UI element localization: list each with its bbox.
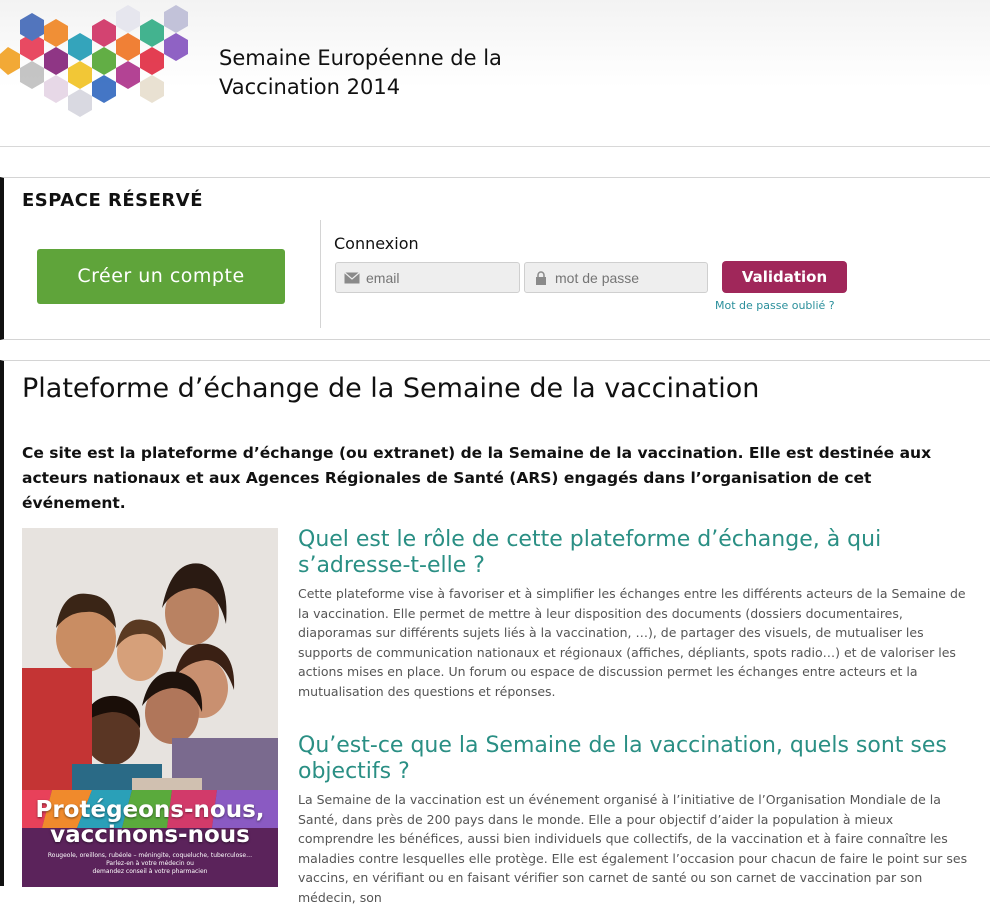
site-title-line1: Semaine Européenne de la	[219, 46, 502, 70]
site-title: Semaine Européenne de la Vaccination 201…	[219, 44, 549, 102]
site-title-line2: Vaccination 2014	[219, 75, 401, 99]
poster-headline-line2: vaccinons-nous	[50, 822, 250, 848]
create-account-button[interactable]: Créer un compte	[37, 249, 285, 304]
reserved-area: ESPACE RÉSERVÉ Créer un compte Connexion…	[0, 177, 990, 340]
poster-subtext: Rougeole, oreillons, rubéole – méningite…	[22, 852, 278, 876]
poster-subtext-line3: demandez conseil à votre pharmacien	[92, 868, 208, 875]
section-text-objectives: La Semaine de la vaccination est un évén…	[298, 792, 968, 905]
site-header: Semaine Européenne de la Vaccination 201…	[0, 0, 990, 147]
campaign-poster: Protégeons-nous, vaccinons-nous Rougeole…	[22, 528, 278, 887]
email-field[interactable]	[335, 262, 520, 293]
poster-headline-line1: Protégeons-nous,	[35, 797, 265, 823]
poster-headline: Protégeons-nous, vaccinons-nous	[22, 798, 278, 848]
reserved-area-title: ESPACE RÉSERVÉ	[22, 190, 204, 211]
page-title: Plateforme d’échange de la Semaine de la…	[22, 373, 760, 404]
password-field[interactable]	[524, 262, 708, 293]
lock-icon	[536, 271, 546, 285]
intro-text: Ce site est la plateforme d’échange (ou …	[22, 444, 932, 512]
section-title-role: Quel est le rôle de cette plateforme d’é…	[298, 527, 882, 578]
main-content: Plateforme d’échange de la Semaine de la…	[0, 360, 990, 905]
forgot-password-link[interactable]: Mot de passe oublié ?	[715, 299, 835, 312]
poster-subtext-line1: Rougeole, oreillons, rubéole – méningite…	[47, 852, 253, 859]
password-input[interactable]	[555, 267, 700, 288]
mosaic-logo	[0, 5, 188, 117]
email-input[interactable]	[366, 267, 511, 288]
connexion-label: Connexion	[334, 234, 419, 253]
section-title-objectives: Qu’est-ce que la Semaine de la vaccinati…	[298, 733, 947, 784]
section-text-role: Cette plateforme vise à favoriser et à s…	[298, 586, 966, 699]
divider	[320, 220, 321, 328]
poster-subtext-line2: Parlez-en à votre médecin ou	[106, 860, 194, 867]
validation-button[interactable]: Validation	[722, 261, 847, 293]
envelope-icon	[344, 272, 360, 284]
